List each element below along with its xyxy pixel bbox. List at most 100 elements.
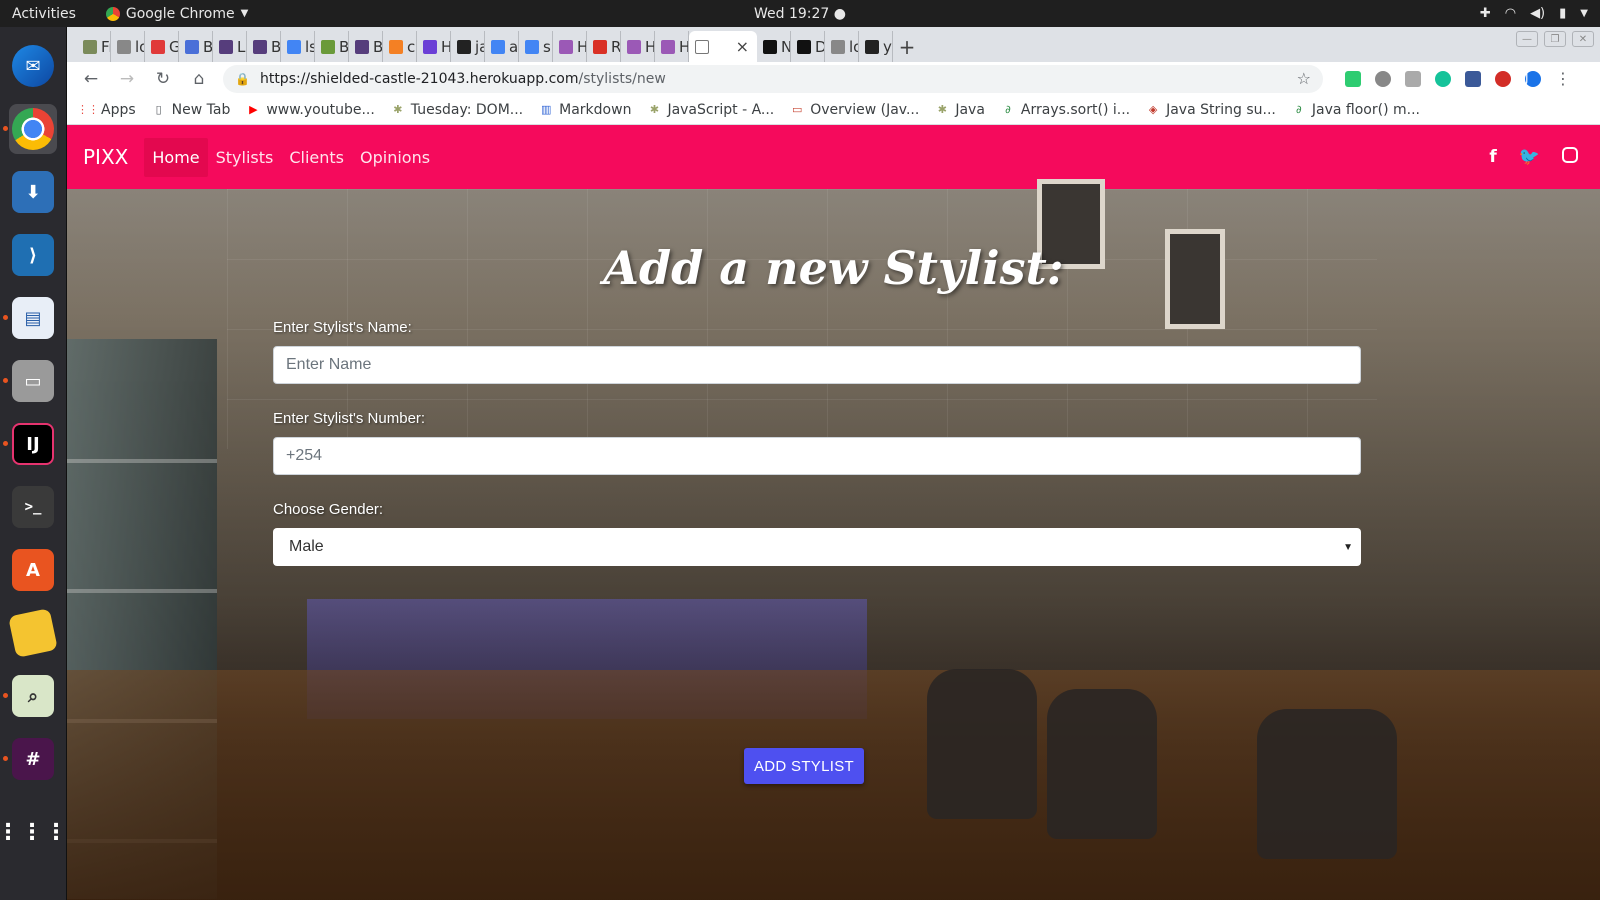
twitter-icon[interactable]: 🐦 (1519, 147, 1540, 167)
download-icon[interactable] (1405, 70, 1421, 87)
tab-a-12[interactable]: ap (485, 31, 519, 62)
app-menu[interactable]: Google Chrome ▼ (105, 6, 248, 22)
tab-a-2[interactable]: Go (145, 31, 179, 62)
forward-icon[interactable]: → (115, 67, 139, 91)
tab-label: He (679, 38, 688, 56)
tab-a-8[interactable]: Bu (349, 31, 383, 62)
tab-a-14[interactable]: He (553, 31, 587, 62)
bookmark-item[interactable]: ⋮⋮ Apps (77, 102, 136, 118)
new-tab-button[interactable]: + (893, 31, 921, 62)
bookmark-item[interactable]: ✱ Tuesday: DOM... (391, 102, 523, 118)
dock-files[interactable]: ▭ (3, 356, 57, 406)
tab-b-1[interactable]: De (791, 31, 825, 62)
tab-a-16[interactable]: He (621, 31, 655, 62)
lastpass-icon[interactable] (1495, 70, 1511, 87)
tab-label: De (815, 38, 824, 56)
reload-icon[interactable]: ↻ (151, 67, 175, 91)
dock-notes[interactable] (8, 608, 58, 658)
bookmark-item[interactable]: ▥ Markdown (539, 101, 632, 118)
tab-a-13[interactable]: src (519, 31, 553, 62)
tab-a-1[interactable]: loc (111, 31, 145, 62)
tab-active[interactable]: × (689, 31, 757, 62)
tab-a-5[interactable]: Bu (247, 31, 281, 62)
tab-a-7[interactable]: Bo (315, 31, 349, 62)
tab-b-2[interactable]: loc (825, 31, 859, 62)
tab-b-3[interactable]: ya (859, 31, 893, 62)
battery-icon[interactable]: ▮ (1559, 6, 1566, 21)
thunderbird-icon: ✉ (12, 45, 54, 87)
bookmark-item[interactable]: ✱ Java (935, 102, 985, 118)
markdown-icon: ▥ (540, 103, 552, 116)
site-brand[interactable]: PIXX (83, 145, 128, 169)
shield-icon[interactable] (1345, 70, 1361, 87)
tab-a-15[interactable]: Re (587, 31, 621, 62)
dock-vscode[interactable]: ⟩ (9, 230, 57, 280)
tab-b-0[interactable]: No (757, 31, 791, 62)
tab-a-4[interactable]: Lis (213, 31, 247, 62)
maximize-icon[interactable]: ❐ (1544, 31, 1566, 47)
tab-a-9[interactable]: css (383, 31, 417, 62)
running-indicator (3, 315, 8, 320)
dock-image-viewer[interactable]: ⌕ (3, 671, 57, 721)
chevron-down-icon[interactable]: ▼ (1580, 8, 1588, 19)
star-icon[interactable]: ☆ (1297, 69, 1311, 88)
dock-thunderbird[interactable]: ✉ (9, 41, 57, 91)
clock[interactable]: Wed 19:27 ● (754, 6, 846, 22)
bookmark-item[interactable]: ◈ Java String su... (1146, 102, 1276, 118)
running-indicator (3, 693, 8, 698)
dock-downloader[interactable]: ⬇ (9, 167, 57, 217)
instagram-icon[interactable] (1562, 147, 1578, 163)
bookmark-item[interactable]: ▭ Overview (Jav... (790, 102, 919, 118)
wifi-icon[interactable]: ◠ (1505, 6, 1516, 21)
bookmark-label: Markdown (559, 101, 632, 118)
tab-a-10[interactable]: Ho (417, 31, 451, 62)
nav-stylists[interactable]: Stylists (208, 138, 282, 177)
tab-a-0[interactable]: Fri (77, 31, 111, 62)
nav-clients[interactable]: Clients (281, 138, 352, 177)
lock-icon[interactable]: 🔒 (235, 72, 250, 86)
bookmark-item[interactable]: ▯ New Tab (152, 102, 231, 118)
dock-terminal[interactable]: >_ (9, 482, 57, 532)
menu-kebab-icon[interactable]: ⋮ (1555, 69, 1571, 88)
dock-software[interactable]: A (9, 545, 57, 595)
nav-opinions[interactable]: Opinions (352, 138, 438, 177)
dock-intellij[interactable]: IJ (3, 419, 57, 469)
extension-icon[interactable] (1375, 70, 1391, 87)
nav-home[interactable]: Home (144, 137, 208, 177)
minimize-icon[interactable]: — (1516, 31, 1538, 47)
bookmark-item[interactable]: ∂ Arrays.sort() i... (1001, 102, 1130, 118)
page-icon (695, 39, 709, 54)
tab-a-3[interactable]: Bo (179, 31, 213, 62)
tab-label: ya (883, 37, 892, 56)
slack-tray-icon[interactable]: ✚ (1480, 6, 1491, 21)
address-bar[interactable]: 🔒 https://shielded-castle-21043.herokuap… (223, 64, 1323, 93)
tab-favicon-icon (457, 39, 471, 54)
bookmark-item[interactable]: ✱ JavaScript - A... (647, 102, 774, 118)
tab-label: loc (135, 37, 144, 56)
dock-slack[interactable]: # (3, 734, 57, 784)
dock-show-apps[interactable]: ⋮⋮⋮ (0, 807, 67, 857)
tab-a-6[interactable]: lst (281, 31, 315, 62)
tab-a-17[interactable]: He (655, 31, 689, 62)
extension-icon[interactable] (1465, 70, 1481, 87)
dock-chrome[interactable] (3, 104, 57, 154)
number-input[interactable] (273, 437, 1361, 475)
home-icon[interactable]: ⌂ (187, 67, 211, 91)
grammarly-icon[interactable] (1435, 70, 1451, 87)
back-icon[interactable]: ← (79, 67, 103, 91)
dock-writer[interactable]: ▤ (3, 293, 57, 343)
tab-a-11[interactable]: jac (451, 31, 485, 62)
bookmark-item[interactable]: ▶ www.youtube... (246, 102, 375, 118)
facebook-icon[interactable]: f (1489, 147, 1496, 167)
gender-select[interactable]: Male ▼ (273, 528, 1361, 566)
bookmark-item[interactable]: ∂ Java floor() m... (1292, 102, 1420, 118)
tab-close-icon[interactable]: × (736, 37, 749, 56)
profile-avatar[interactable]: J (1525, 70, 1541, 87)
salon-chair (1257, 709, 1397, 859)
activities-button[interactable]: Activities (12, 6, 76, 22)
add-stylist-button[interactable]: ADD STYLIST (744, 748, 864, 784)
system-tray[interactable]: ✚ ◠ ◀) ▮ ▼ (1480, 6, 1588, 21)
close-icon[interactable]: ✕ (1572, 31, 1594, 47)
volume-icon[interactable]: ◀) (1530, 6, 1545, 21)
name-input[interactable] (273, 346, 1361, 384)
